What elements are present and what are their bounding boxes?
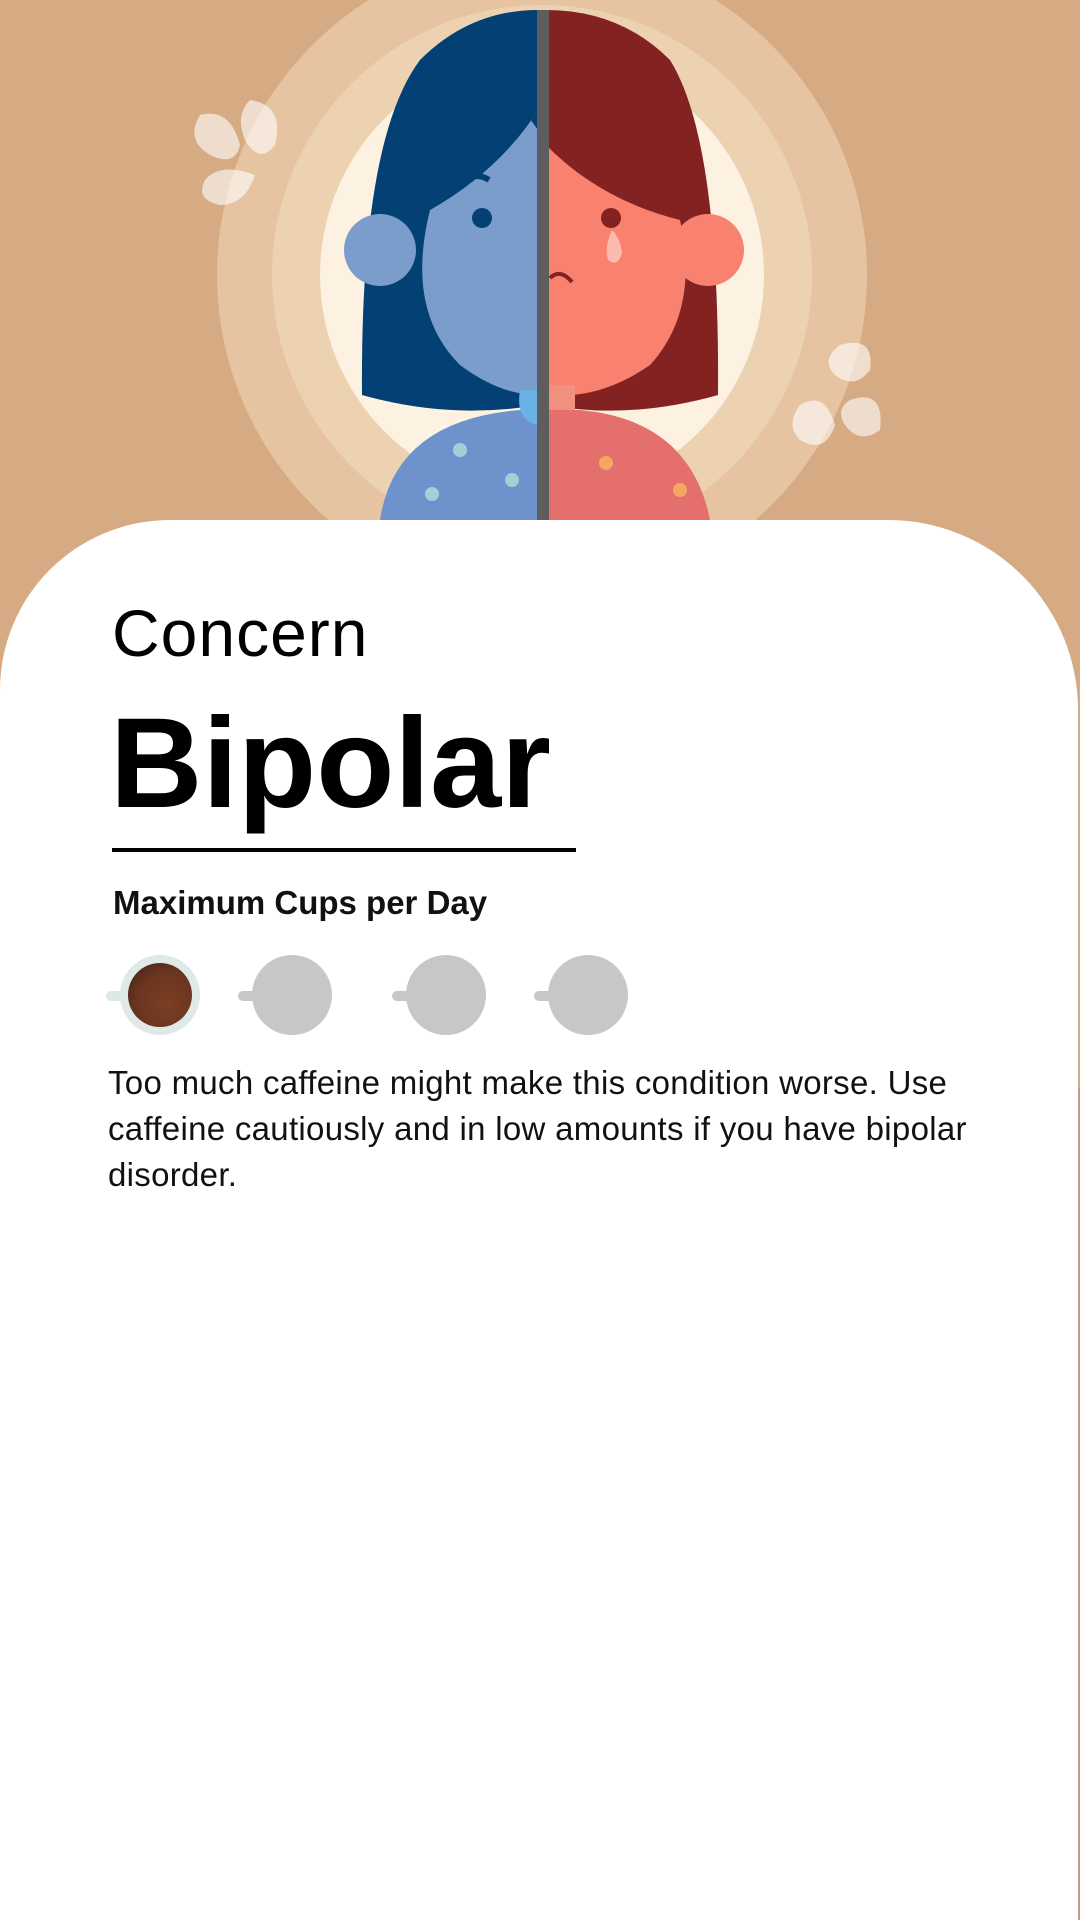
condition-description: Too much caffeine might make this condit… bbox=[108, 1064, 967, 1193]
cups-rating bbox=[106, 955, 666, 1037]
empty-cup-icon bbox=[392, 955, 492, 1037]
max-cups-heading: Maximum Cups per Day bbox=[113, 884, 488, 921]
split-face-bipolar-illustration bbox=[0, 0, 1080, 560]
concern-label: Concern bbox=[112, 596, 369, 670]
title-underline bbox=[112, 848, 576, 852]
page-title: Bipolar bbox=[110, 692, 551, 835]
empty-cup-icon bbox=[534, 955, 634, 1037]
hero-banner bbox=[0, 0, 1080, 560]
coffee-cup-icon bbox=[106, 955, 206, 1037]
empty-cup-icon bbox=[238, 955, 338, 1037]
